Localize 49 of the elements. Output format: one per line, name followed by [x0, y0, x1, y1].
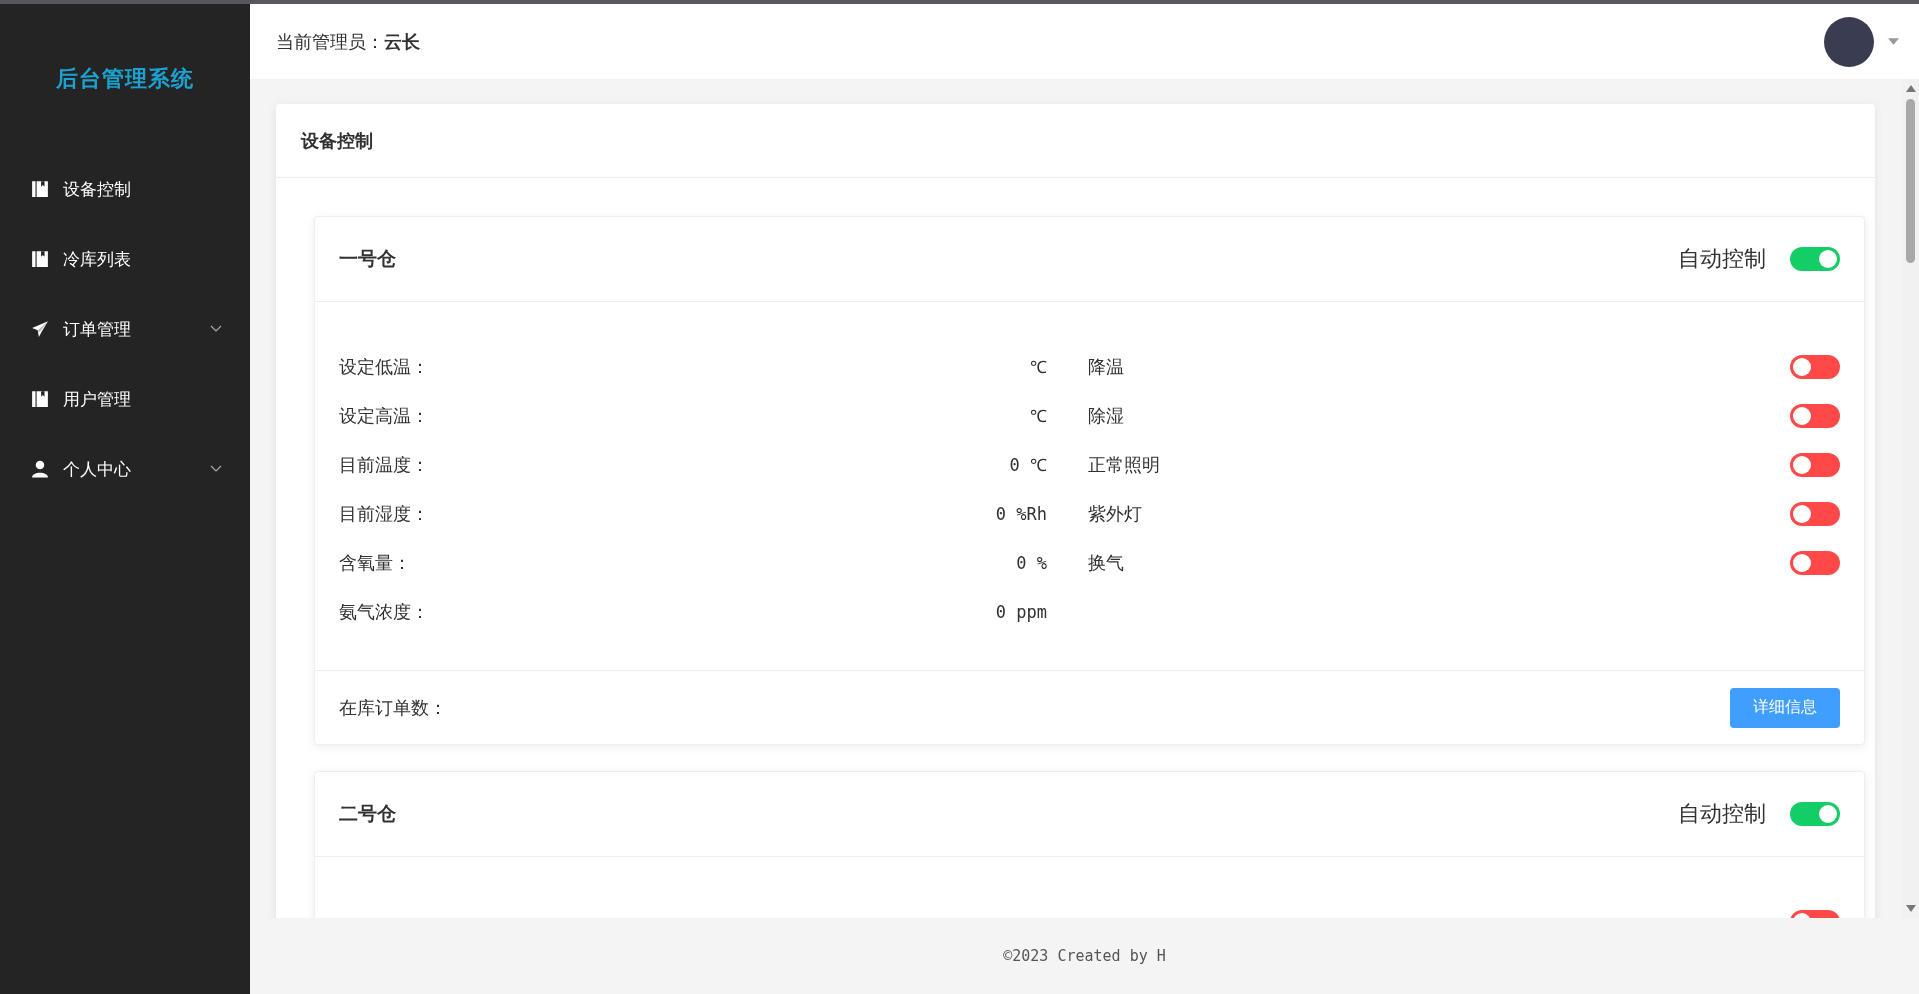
auto-control-label: 自动控制	[1678, 245, 1766, 273]
reading-label: 设定高温：	[339, 403, 429, 428]
control-label: 降温	[1088, 354, 1124, 379]
user-icon	[31, 460, 49, 478]
sidebar-menu-item[interactable]: 设备控制	[0, 154, 250, 224]
app-title: 后台管理系统	[55, 65, 195, 93]
toggle-switch[interactable]	[1790, 550, 1840, 575]
control-label: 紫外灯	[1088, 501, 1142, 526]
sidebar-menu-item[interactable]: 个人中心	[0, 434, 250, 504]
reading-label: 设定低温：	[339, 354, 429, 379]
toggle-switch[interactable]	[1790, 247, 1840, 271]
book-icon	[31, 180, 49, 198]
orders-count-label: 在库订单数：	[339, 695, 447, 720]
reading-value: ℃	[1030, 356, 1047, 378]
reading-label: 含氧量：	[339, 550, 411, 575]
control-label: 换气	[1088, 550, 1124, 575]
warehouse-title: 一号仓	[339, 246, 396, 271]
paper-plane-icon	[31, 320, 49, 338]
avatar-placeholder[interactable]	[1824, 16, 1874, 67]
reading-value: 0 %Rh	[995, 503, 1047, 524]
control-label: 除湿	[1088, 403, 1124, 428]
auto-control-label: 自动控制	[1678, 800, 1766, 828]
scroll-down-icon[interactable]	[1905, 905, 1916, 913]
toggle-switch[interactable]	[1790, 403, 1840, 428]
sidebar-menu-item[interactable]: 订单管理	[0, 294, 250, 364]
toggle-switch[interactable]	[1790, 452, 1840, 477]
book-icon	[31, 390, 49, 408]
reading-value: 0 ppm	[995, 601, 1047, 622]
admin-name: 云长	[384, 30, 420, 52]
admin-label: 当前管理员：	[276, 30, 384, 52]
toggle-switch[interactable]	[1790, 354, 1840, 379]
reading-label: 目前温度：	[339, 452, 429, 477]
footer-text: ©2023 Created by H	[1003, 947, 1166, 965]
reading-value: 0 %	[1016, 552, 1047, 573]
reading-label: 氨气浓度：	[339, 599, 429, 624]
sidebar-menu-item[interactable]: 用户管理	[0, 364, 250, 434]
caret-down-icon	[1888, 38, 1899, 45]
control-label: 正常照明	[1088, 452, 1160, 477]
toggle-switch[interactable]	[1790, 501, 1840, 526]
reading-value: ℃	[1030, 405, 1047, 427]
warehouse-title: 二号仓	[339, 801, 396, 826]
book-icon	[31, 250, 49, 268]
panel-title: 设备控制	[301, 128, 373, 153]
reading-value: 0 ℃	[1009, 454, 1047, 476]
toggle-switch[interactable]	[1790, 802, 1840, 826]
sidebar-menu-item[interactable]: 冷库列表	[0, 224, 250, 294]
reading-label: 目前湿度：	[339, 501, 429, 526]
scroll-up-icon[interactable]	[1905, 84, 1916, 92]
scrollbar-thumb[interactable]	[1906, 99, 1915, 263]
